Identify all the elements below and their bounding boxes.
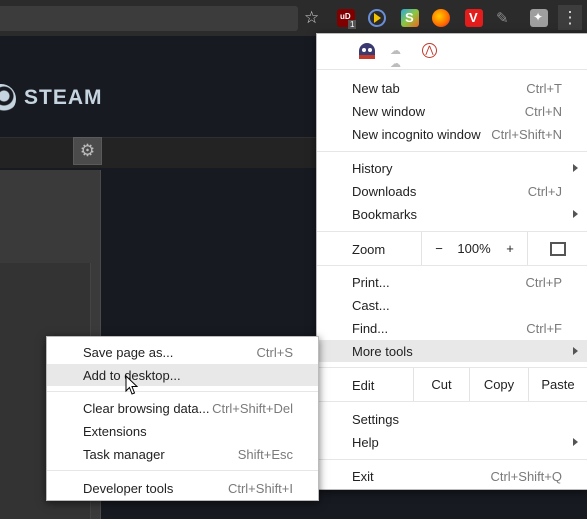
menu-item-label: Bookmarks — [352, 207, 418, 222]
menu-item-bookmarks[interactable]: Bookmarks — [317, 203, 587, 225]
menu-item-settings[interactable]: Settings — [317, 408, 587, 430]
skype-icon[interactable]: S — [401, 9, 419, 27]
menu-item-label: Extensions — [83, 424, 147, 439]
menu-item-shortcut: Shift+Esc — [237, 447, 293, 462]
menu-item-extensions[interactable]: Extensions — [47, 420, 318, 442]
ublock-badge: 1 — [348, 20, 357, 29]
menu-item-help[interactable]: Help — [317, 431, 587, 453]
menu-item-shortcut: Ctrl+S — [256, 345, 293, 360]
menu-item-shortcut: Ctrl+Shift+I — [227, 481, 293, 496]
menu-item-label: Task manager — [83, 447, 165, 462]
address-bar[interactable] — [0, 6, 298, 31]
menu-item-task-manager[interactable]: Task manager Shift+Esc — [47, 443, 318, 465]
menu-item-label: More tools — [352, 344, 413, 359]
menu-item-history[interactable]: History — [317, 157, 587, 179]
menu-item-shortcut: Ctrl+T — [526, 81, 562, 96]
menu-item-label: History — [352, 161, 393, 176]
menu-item-shortcut: Ctrl+Shift+Del — [212, 401, 293, 416]
edit-label: Edit — [352, 378, 375, 393]
ublock-icon[interactable]: uD 1 — [337, 9, 357, 29]
zoom-label: Zoom — [352, 242, 386, 257]
menu-item-label: Exit — [352, 469, 374, 484]
steam-gear-icon[interactable]: ⚙ — [73, 137, 102, 165]
menu-item-new-window[interactable]: New window Ctrl+N — [317, 100, 587, 122]
menu-item-add-to-desktop[interactable]: Add to desktop... — [47, 364, 318, 386]
star-icon[interactable]: ☆ — [304, 8, 319, 28]
media-player-icon[interactable] — [368, 9, 386, 27]
menu-item-developer-tools[interactable]: Developer tools Ctrl+Shift+I — [47, 477, 318, 499]
chrome-main-menu: ☁☁ ⋀ New tab Ctrl+T New window Ctrl+N New … — [316, 33, 587, 490]
menu-item-label: Help — [352, 435, 379, 450]
menu-item-shortcut: Ctrl+P — [525, 275, 562, 290]
menu-item-find[interactable]: Find... Ctrl+F — [317, 317, 587, 339]
copy-button[interactable]: Copy — [469, 368, 528, 401]
menu-item-cast[interactable]: Cast... — [317, 294, 587, 316]
browser-toolbar: ☆ uD 1 S V ✎ ✦ ⋮ — [0, 0, 587, 36]
clouds-icon[interactable]: ☁☁ — [390, 44, 406, 70]
compass-icon[interactable]: ⋀ — [422, 43, 437, 58]
chevron-right-icon — [573, 438, 578, 446]
edit-row: Edit Cut Copy Paste — [317, 368, 587, 401]
menu-item-label: Cast... — [352, 298, 390, 313]
menu-item-shortcut: Ctrl+F — [526, 321, 562, 336]
menu-item-label: New tab — [352, 81, 400, 96]
menu-item-clear-browsing-data[interactable]: Clear browsing data... Ctrl+Shift+Del — [47, 397, 318, 419]
menu-item-downloads[interactable]: Downloads Ctrl+J — [317, 180, 587, 202]
menu-item-new-incognito-window[interactable]: New incognito window Ctrl+Shift+N — [317, 123, 587, 145]
menu-item-new-tab[interactable]: New tab Ctrl+T — [317, 77, 587, 99]
ghost-icon[interactable] — [359, 43, 375, 59]
cut-button[interactable]: Cut — [413, 368, 469, 401]
menu-item-label: Clear browsing data... — [83, 401, 210, 416]
fullscreen-button[interactable] — [527, 232, 587, 265]
menu-item-exit[interactable]: Exit Ctrl+Shift+Q — [317, 465, 587, 487]
pen-icon[interactable]: ✎ — [496, 9, 509, 27]
mouse-cursor-icon — [125, 375, 139, 395]
menu-item-save-page-as[interactable]: Save page as... Ctrl+S — [47, 341, 318, 363]
zoom-level: 100% — [457, 241, 491, 256]
chevron-right-icon — [573, 347, 578, 355]
paste-button[interactable]: Paste — [528, 368, 587, 401]
firefox-icon[interactable] — [432, 9, 450, 27]
menu-item-shortcut: Ctrl+J — [527, 184, 562, 199]
menu-item-label: Find... — [352, 321, 389, 336]
menu-item-shortcut: Ctrl+Shift+Q — [490, 469, 562, 484]
vivaldi-icon[interactable]: V — [465, 9, 483, 27]
kebab-menu-icon[interactable]: ⋮ — [558, 5, 582, 30]
menu-item-label: Save page as... — [83, 345, 174, 360]
fullscreen-icon — [550, 242, 566, 256]
puzzle-icon[interactable]: ✦ — [530, 9, 548, 27]
menu-item-shortcut: Ctrl+Shift+N — [491, 127, 562, 142]
menu-item-shortcut: Ctrl+N — [524, 104, 562, 119]
menu-item-label: Downloads — [352, 184, 417, 199]
menu-item-more-tools[interactable]: More tools — [317, 340, 587, 362]
zoom-out-button[interactable]: − — [421, 232, 456, 265]
menu-item-label: New window — [352, 104, 425, 119]
menu-item-label: Developer tools — [83, 481, 174, 496]
steam-toolbar — [0, 137, 330, 168]
menu-item-print[interactable]: Print... Ctrl+P — [317, 271, 587, 293]
steam-logo-text: STEAM — [24, 86, 103, 109]
menu-item-label: Print... — [352, 275, 390, 290]
menu-item-label: Settings — [352, 412, 399, 427]
more-tools-submenu: Save page as... Ctrl+S Add to desktop... … — [46, 336, 319, 501]
chevron-right-icon — [573, 164, 578, 172]
zoom-in-button[interactable]: + — [493, 232, 527, 265]
menu-item-label: New incognito window — [352, 127, 481, 142]
chevron-right-icon — [573, 210, 578, 218]
zoom-row: Zoom − 100% + — [317, 232, 587, 265]
